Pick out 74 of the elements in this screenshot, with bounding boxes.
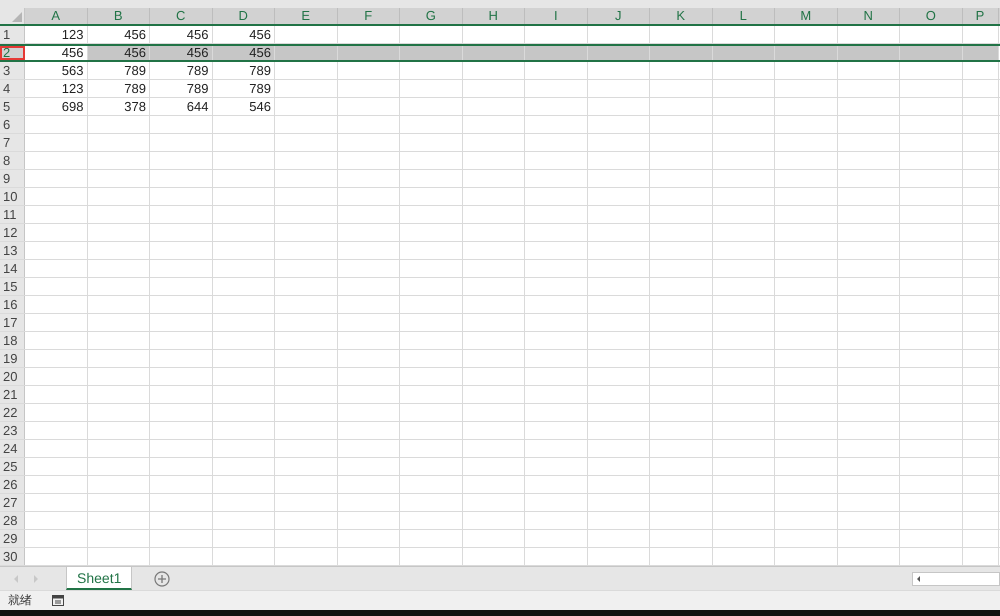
add-sheet-icon[interactable]: [154, 570, 170, 586]
table-cell[interactable]: 789: [212, 62, 275, 79]
horizontal-scrollbar[interactable]: [912, 572, 1000, 586]
column-header[interactable]: K: [650, 8, 712, 24]
row-header[interactable]: 14: [0, 260, 25, 277]
table-cell[interactable]: 456: [150, 46, 212, 60]
row-header[interactable]: 11: [0, 206, 25, 223]
column-header[interactable]: F: [338, 8, 400, 24]
column-header[interactable]: N: [838, 8, 900, 24]
column-header[interactable]: B: [88, 8, 150, 24]
row-header[interactable]: 24: [0, 440, 25, 457]
row-header[interactable]: 5: [0, 98, 25, 115]
table-cell[interactable]: 546: [212, 98, 275, 115]
column-header[interactable]: A: [25, 8, 88, 24]
table-cell[interactable]: 456: [88, 46, 150, 60]
table-cell[interactable]: 456: [88, 26, 150, 43]
row-header[interactable]: 27: [0, 494, 25, 511]
row-header[interactable]: 1: [0, 26, 25, 43]
row-header[interactable]: 15: [0, 278, 25, 295]
row-header[interactable]: 8: [0, 152, 25, 169]
table-cell[interactable]: 123: [25, 26, 88, 43]
table-cell[interactable]: 563: [25, 62, 88, 79]
row-header[interactable]: 19: [0, 350, 25, 367]
row-header[interactable]: 26: [0, 476, 25, 493]
macro-record-icon[interactable]: [52, 595, 64, 606]
column-header[interactable]: G: [400, 8, 462, 24]
column-header[interactable]: L: [712, 8, 775, 24]
table-cell[interactable]: 698: [25, 98, 88, 115]
row-header[interactable]: 18: [0, 332, 25, 349]
table-cell[interactable]: 789: [212, 80, 275, 97]
row-header[interactable]: 12: [0, 224, 25, 241]
table-cell[interactable]: 456: [212, 46, 275, 60]
triangle-icon: [12, 12, 22, 22]
row-header[interactable]: 20: [0, 368, 25, 385]
row-header[interactable]: 9: [0, 170, 25, 187]
row-header[interactable]: 6: [0, 116, 25, 133]
row-header[interactable]: 29: [0, 530, 25, 547]
row-header[interactable]: 16: [0, 296, 25, 313]
column-header[interactable]: E: [275, 8, 338, 24]
scroll-left-icon[interactable]: [916, 574, 922, 582]
row-header[interactable]: 21: [0, 386, 25, 403]
column-header[interactable]: O: [900, 8, 962, 24]
row-header[interactable]: 13: [0, 242, 25, 259]
table-cell[interactable]: 644: [150, 98, 212, 115]
sheet-tab[interactable]: Sheet1: [66, 567, 132, 590]
table-cell[interactable]: 123: [25, 80, 88, 97]
table-cell[interactable]: 789: [150, 80, 212, 97]
row-header[interactable]: 17: [0, 314, 25, 331]
row-header[interactable]: 2: [0, 46, 25, 60]
row-header[interactable]: 25: [0, 458, 25, 475]
select-all-corner[interactable]: [0, 8, 25, 24]
row-header[interactable]: 4: [0, 80, 25, 97]
table-cell[interactable]: 456: [150, 26, 212, 43]
column-header[interactable]: C: [150, 8, 212, 24]
row-header[interactable]: 23: [0, 422, 25, 439]
row-header[interactable]: 30: [0, 548, 25, 565]
row-header[interactable]: 10: [0, 188, 25, 205]
column-header[interactable]: H: [462, 8, 525, 24]
column-header[interactable]: I: [525, 8, 588, 24]
scroll-right-icon[interactable]: [32, 574, 40, 584]
row-header[interactable]: 28: [0, 512, 25, 529]
row-header[interactable]: 3: [0, 62, 25, 79]
column-header[interactable]: M: [775, 8, 838, 24]
column-header[interactable]: J: [588, 8, 650, 24]
table-cell[interactable]: 789: [150, 62, 212, 79]
table-cell[interactable]: 789: [88, 62, 150, 79]
table-cell[interactable]: 789: [88, 80, 150, 97]
table-cell[interactable]: 378: [88, 98, 150, 115]
status-text: 就绪: [8, 592, 32, 609]
table-cell[interactable]: 456: [212, 26, 275, 43]
column-header[interactable]: D: [212, 8, 275, 24]
row-header[interactable]: 22: [0, 404, 25, 421]
column-header[interactable]: P: [962, 8, 998, 24]
row-header[interactable]: 7: [0, 134, 25, 151]
